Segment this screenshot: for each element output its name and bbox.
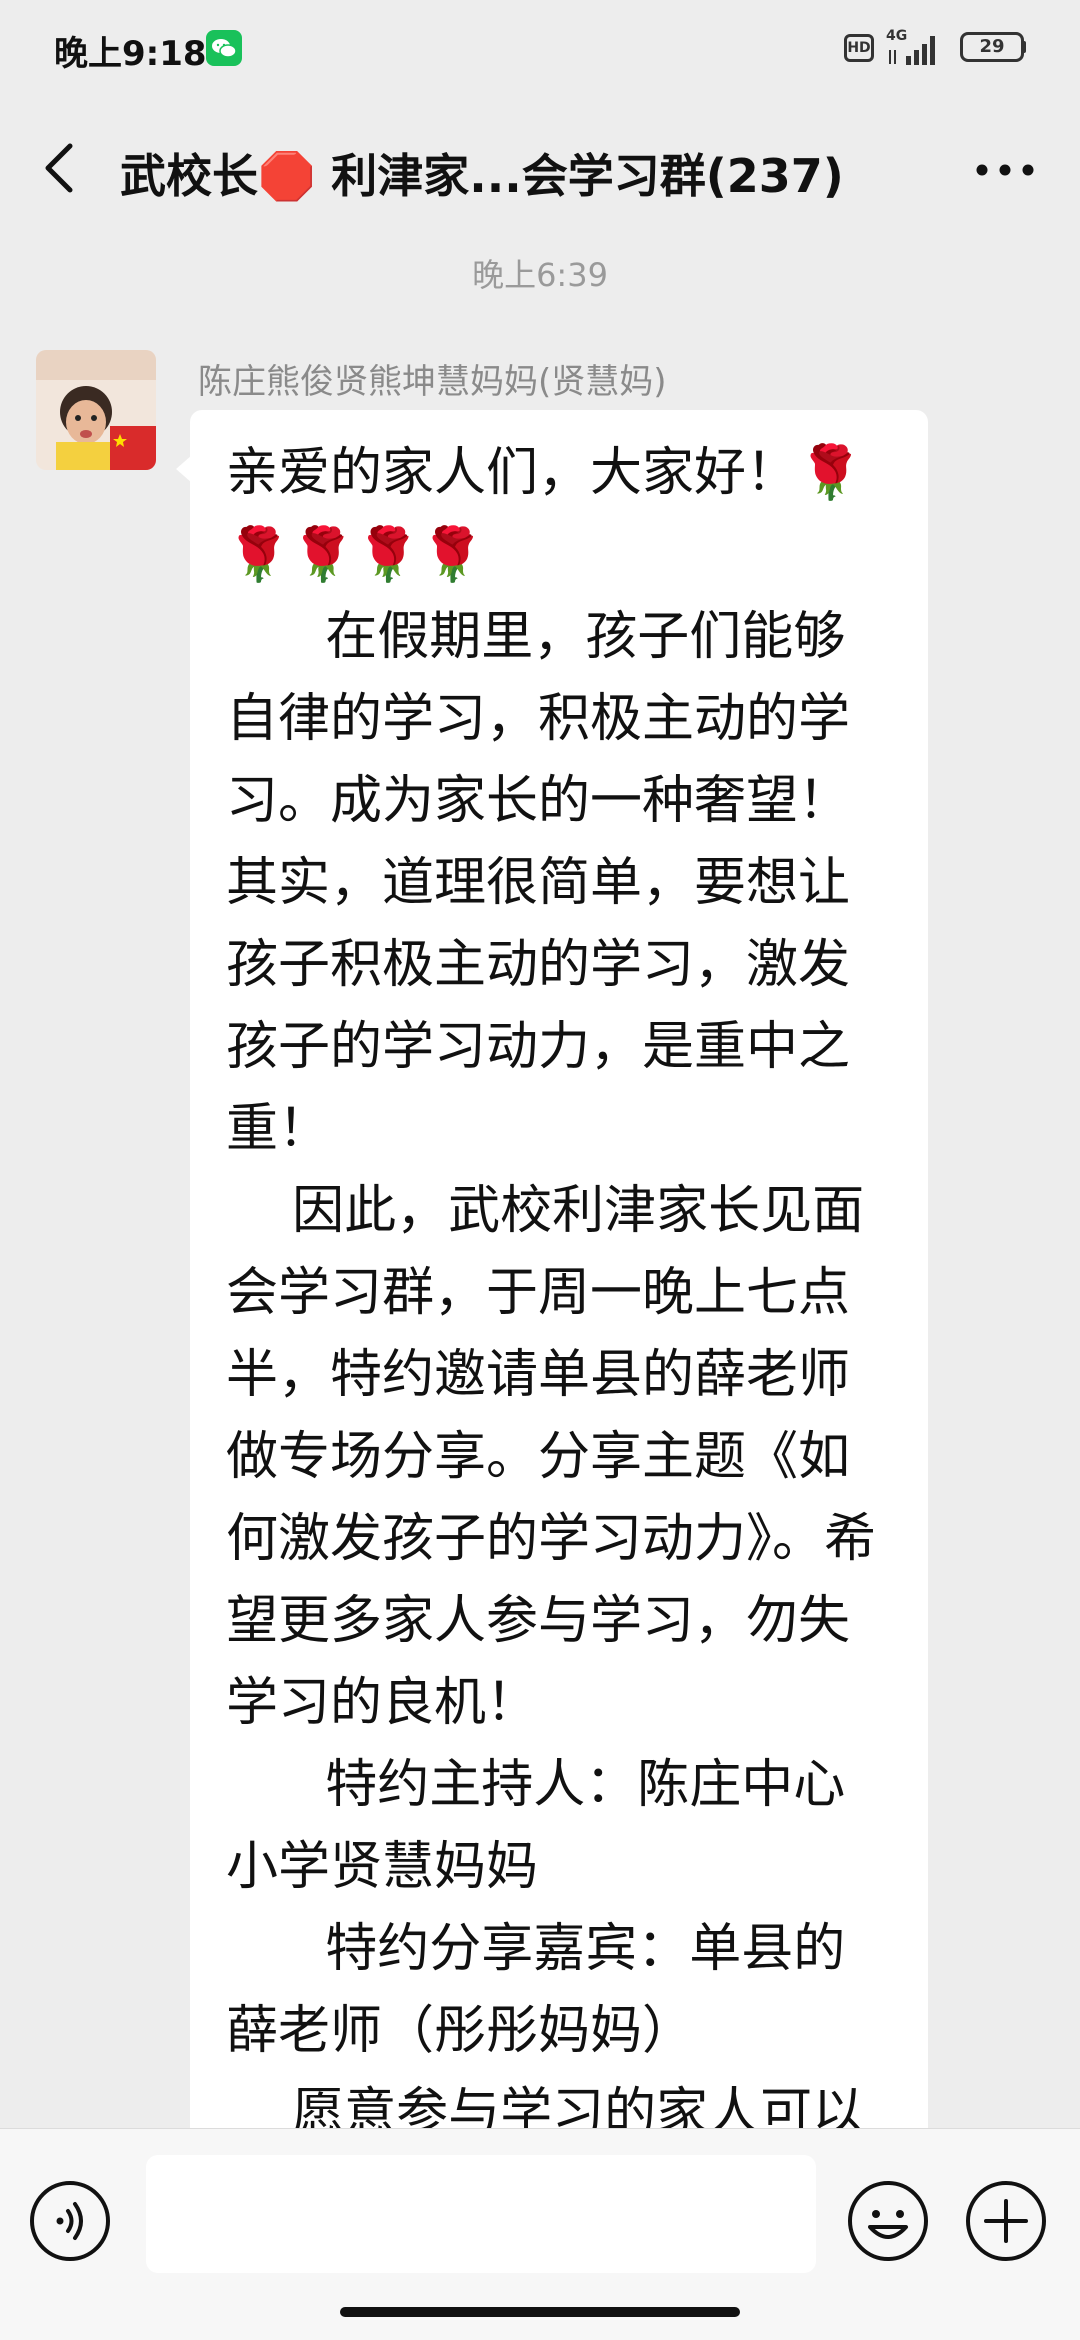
battery-icon: 29	[960, 32, 1026, 62]
chevron-left-icon[interactable]	[40, 138, 80, 198]
input-bar	[0, 2128, 1080, 2340]
message-timestamp: 晚上6:39	[472, 256, 608, 294]
home-indicator[interactable]	[340, 2307, 740, 2317]
avatar[interactable]	[36, 350, 156, 470]
voice-icon[interactable]	[28, 2179, 112, 2263]
wechat-icon	[206, 30, 242, 66]
status-bar: 晚上9:18 HD 4G 29	[0, 0, 1080, 96]
emoji-icon[interactable]	[846, 2179, 930, 2263]
signal-icon: 4G	[886, 28, 946, 68]
sender-name: 陈庄熊俊贤熊坤慧妈妈(贤慧妈)	[198, 362, 667, 402]
hd-icon: HD	[844, 34, 874, 62]
chat-title: 武校长🛑 利津家...会学习群(237)	[120, 149, 844, 203]
status-time: 晚上9:18	[54, 34, 207, 74]
battery-level: 29	[979, 36, 1005, 57]
message-input[interactable]	[146, 2155, 816, 2273]
message-bubble[interactable]: 亲爱的家人们，大家好！🌹 🌹🌹🌹🌹 在假期里，孩子们能够自律的学习，积极主动的学…	[190, 410, 928, 2210]
more-dots-icon[interactable]	[970, 150, 1040, 190]
chat-header: 武校长🛑 利津家...会学习群(237)	[0, 110, 1080, 230]
battery-tip	[1022, 41, 1026, 53]
message-text: 亲爱的家人们，大家好！🌹 🌹🌹🌹🌹 在假期里，孩子们能够自律的学习，积极主动的学…	[226, 443, 877, 2143]
plus-icon[interactable]	[964, 2179, 1048, 2263]
